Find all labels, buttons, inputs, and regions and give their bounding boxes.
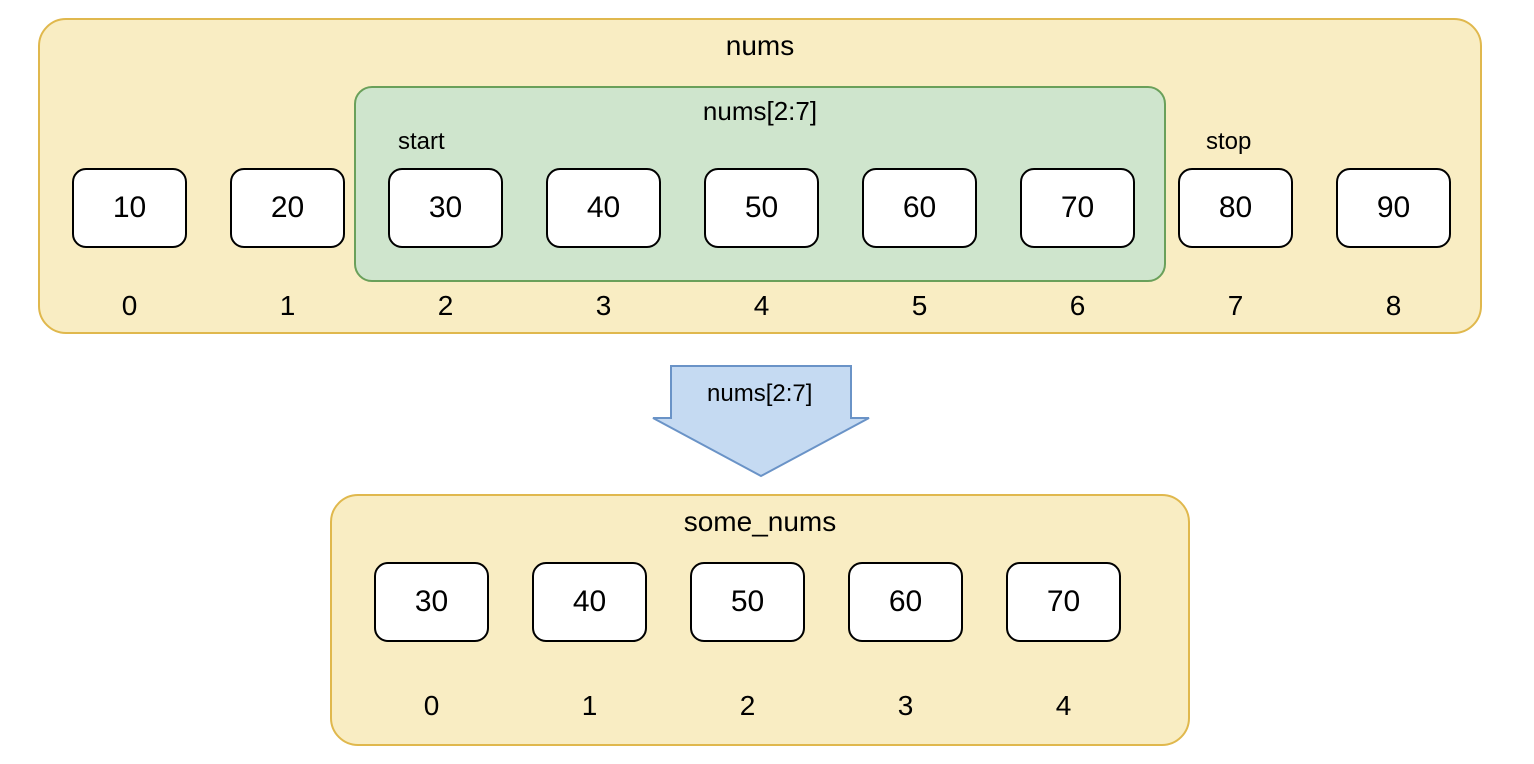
slice-arrow: nums[2:7] (651, 358, 871, 478)
some-nums-index-4: 4 (1006, 690, 1121, 722)
nums-index-8: 8 (1336, 290, 1451, 322)
some-nums-index-1: 1 (532, 690, 647, 722)
nums-cell-8: 90 (1336, 168, 1451, 248)
some-nums-index-0: 0 (374, 690, 489, 722)
nums-cell-2: 30 (388, 168, 503, 248)
nums-index-0: 0 (72, 290, 187, 322)
arrow-label: nums[2:7] (707, 380, 812, 408)
nums-index-7: 7 (1178, 290, 1293, 322)
some-nums-cell-4: 70 (1006, 562, 1121, 642)
some-nums-cell-0: 30 (374, 562, 489, 642)
nums-cell-3: 40 (546, 168, 661, 248)
some-nums-cell-1: 40 (532, 562, 647, 642)
nums-index-2: 2 (388, 290, 503, 322)
some-nums-title: some_nums (330, 506, 1190, 538)
slice-title: nums[2:7] (354, 96, 1166, 127)
nums-title-text: nums (726, 30, 794, 61)
nums-cell-1: 20 (230, 168, 345, 248)
stop-label: stop (1206, 128, 1251, 156)
nums-title: nums (38, 30, 1482, 62)
nums-cell-0: 10 (72, 168, 187, 248)
nums-cell-5: 60 (862, 168, 977, 248)
nums-index-3: 3 (546, 290, 661, 322)
some-nums-title-text: some_nums (684, 506, 837, 537)
nums-cell-6: 70 (1020, 168, 1135, 248)
nums-index-4: 4 (704, 290, 819, 322)
some-nums-cell-3: 60 (848, 562, 963, 642)
some-nums-cell-2: 50 (690, 562, 805, 642)
nums-cell-7: 80 (1178, 168, 1293, 248)
nums-index-1: 1 (230, 290, 345, 322)
down-arrow-icon (651, 358, 871, 478)
nums-cell-4: 50 (704, 168, 819, 248)
start-label: start (398, 128, 445, 156)
some-nums-index-3: 3 (848, 690, 963, 722)
slice-title-text: nums[2:7] (703, 96, 817, 126)
nums-index-6: 6 (1020, 290, 1135, 322)
nums-index-5: 5 (862, 290, 977, 322)
some-nums-index-2: 2 (690, 690, 805, 722)
